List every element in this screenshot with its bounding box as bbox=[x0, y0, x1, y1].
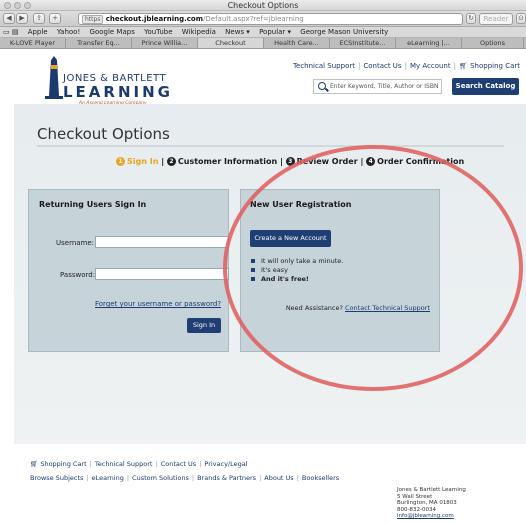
tab-active[interactable]: Checkout bbox=[198, 38, 264, 48]
new-user-heading: New User Registration bbox=[250, 200, 352, 209]
browse-subjects-link[interactable]: Browse Subjects bbox=[30, 474, 83, 482]
elearning-link[interactable]: eLearning bbox=[92, 474, 124, 482]
tab-bar: K-LOVE Player Transfer Eq... Prince Will… bbox=[0, 38, 526, 49]
tab[interactable]: Options bbox=[462, 38, 524, 48]
url-path: /Default.aspx?ref=jblearning bbox=[203, 15, 304, 23]
custom-solutions-link[interactable]: Custom Solutions bbox=[132, 474, 189, 482]
contact-us-link[interactable]: Contact Us bbox=[363, 62, 401, 70]
my-account-link[interactable]: My Account bbox=[410, 62, 451, 70]
shopping-cart-link[interactable]: Shopping Cart bbox=[470, 62, 520, 70]
cart-icon: 🛒︎ bbox=[30, 460, 41, 468]
returning-users-panel: Returning Users Sign In Username: Passwo… bbox=[28, 189, 229, 352]
footer-privacy-link[interactable]: Privacy/Legal bbox=[204, 460, 247, 468]
tab[interactable]: Health Care... bbox=[264, 38, 330, 48]
forgot-credentials-link[interactable]: Forget your username or password? bbox=[95, 300, 221, 308]
list-item: And it's free! bbox=[251, 275, 343, 284]
browser-title-bar: Checkout Options bbox=[0, 0, 526, 11]
new-user-panel: New User Registration Create a New Accou… bbox=[240, 189, 440, 352]
reading-list-icon[interactable]: ▭ ▤ bbox=[3, 28, 18, 36]
back-icon[interactable]: ◀ bbox=[3, 13, 15, 24]
url-domain: checkout.jblearning.com bbox=[105, 15, 204, 23]
bookmark-item[interactable]: Wikipedia bbox=[182, 28, 216, 36]
title-divider bbox=[37, 145, 504, 147]
company-address: Jones & Bartlett Learning 5 Wall Street … bbox=[397, 487, 466, 520]
window-title: Checkout Options bbox=[227, 1, 299, 10]
create-account-button[interactable]: Create a New Account bbox=[250, 230, 331, 247]
cart-icon: 🛒︎ bbox=[458, 62, 471, 70]
lock-icon: https bbox=[82, 15, 104, 24]
technical-support-link[interactable]: Technical Support bbox=[293, 62, 355, 70]
list-item: It will only take a minute. bbox=[251, 257, 343, 266]
reader-button[interactable]: Reader bbox=[479, 13, 513, 25]
bookmark-item[interactable]: News ▾ bbox=[225, 28, 250, 36]
lighthouse-icon bbox=[45, 56, 63, 99]
tab[interactable]: Prince Willia... bbox=[132, 38, 198, 48]
password-label: Password: bbox=[60, 271, 96, 279]
assistance-text: Need Assistance? Contact Technical Suppo… bbox=[285, 304, 430, 312]
footer-links-row-1: 🛒︎ Shopping Cart | Technical Support | Conta… bbox=[30, 460, 248, 468]
search-icon bbox=[318, 82, 326, 90]
share-icon[interactable]: ⇪ bbox=[33, 13, 45, 24]
booksellers-link[interactable]: Booksellers bbox=[302, 474, 339, 482]
brands-partners-link[interactable]: Brands & Partners bbox=[197, 474, 256, 482]
step-customer-information: 2 Customer Information bbox=[166, 157, 277, 166]
page-title: Checkout Options bbox=[37, 125, 170, 143]
tab[interactable]: ECSInstitute... bbox=[330, 38, 396, 48]
contact-technical-support-link[interactable]: Contact Technical Support bbox=[345, 304, 430, 312]
about-us-link[interactable]: About Us bbox=[264, 474, 293, 482]
address-bar[interactable]: https checkout.jblearning.com/Default.as… bbox=[78, 13, 463, 25]
tab[interactable]: Transfer Eq... bbox=[66, 38, 132, 48]
bookmark-item[interactable]: George Mason University bbox=[300, 28, 388, 36]
checkout-steps: 1 Sign In | 2 Customer Information | 3 Revi… bbox=[116, 157, 464, 166]
bookmark-item[interactable]: YouTube bbox=[144, 28, 172, 36]
tab[interactable]: eLearning |... bbox=[396, 38, 462, 48]
username-field[interactable] bbox=[95, 236, 229, 248]
footer-contact-us-link[interactable]: Contact Us bbox=[161, 460, 197, 468]
list-item: It's easy bbox=[251, 266, 343, 275]
header-links: Technical Support | Contact Us | My Account |… bbox=[292, 62, 520, 70]
benefits-list: It will only take a minute. It's easy An… bbox=[251, 257, 343, 284]
step-order-confirmation: 4 Order Confirmation bbox=[366, 157, 464, 166]
tab[interactable]: K-LOVE Player bbox=[0, 38, 66, 48]
bookmark-item[interactable]: Apple bbox=[28, 28, 48, 36]
step-review-order: 3 Review Order bbox=[285, 157, 358, 166]
reload-icon[interactable]: ↻ bbox=[466, 13, 476, 24]
step-sign-in: 1 Sign In bbox=[116, 157, 158, 166]
footer-technical-support-link[interactable]: Technical Support bbox=[95, 460, 153, 468]
username-label: Username: bbox=[56, 239, 95, 247]
downloads-icon[interactable]: ⊙ bbox=[516, 13, 526, 24]
returning-users-heading: Returning Users Sign In bbox=[39, 200, 147, 209]
search-placeholder: Enter Keyword, Title, Author or ISBN bbox=[330, 83, 439, 90]
search-input[interactable]: Enter Keyword, Title, Author or ISBN bbox=[313, 79, 442, 94]
site-logo[interactable]: JONES & BARTLETT LEARNING An Ascend Lear… bbox=[45, 56, 170, 106]
browser-toolbar: ◀ ▶ ⇪ + https checkout.jblearning.com/De… bbox=[0, 11, 526, 27]
footer-shopping-cart-link[interactable]: Shopping Cart bbox=[40, 460, 86, 468]
sign-in-button[interactable]: Sign In bbox=[187, 318, 221, 333]
bookmark-item[interactable]: Yahoo! bbox=[57, 28, 80, 36]
bookmarks-bar: ▭ ▤ Apple Yahoo! Google Maps YouTube Wik… bbox=[0, 27, 526, 38]
new-tab-icon[interactable]: + bbox=[49, 13, 61, 24]
footer-links-row-2: Browse Subjects | eLearning | Custom Solutio… bbox=[30, 474, 340, 482]
bookmark-item[interactable]: Google Maps bbox=[90, 28, 135, 36]
email-link[interactable]: info@jblearning.com bbox=[397, 513, 466, 520]
logo-line-2: LEARNING bbox=[63, 83, 173, 101]
forward-icon[interactable]: ▶ bbox=[16, 13, 28, 24]
search-catalog-button[interactable]: Search Catalog bbox=[452, 78, 519, 95]
bookmark-item[interactable]: Popular ▾ bbox=[259, 28, 291, 36]
password-field[interactable] bbox=[95, 268, 229, 280]
